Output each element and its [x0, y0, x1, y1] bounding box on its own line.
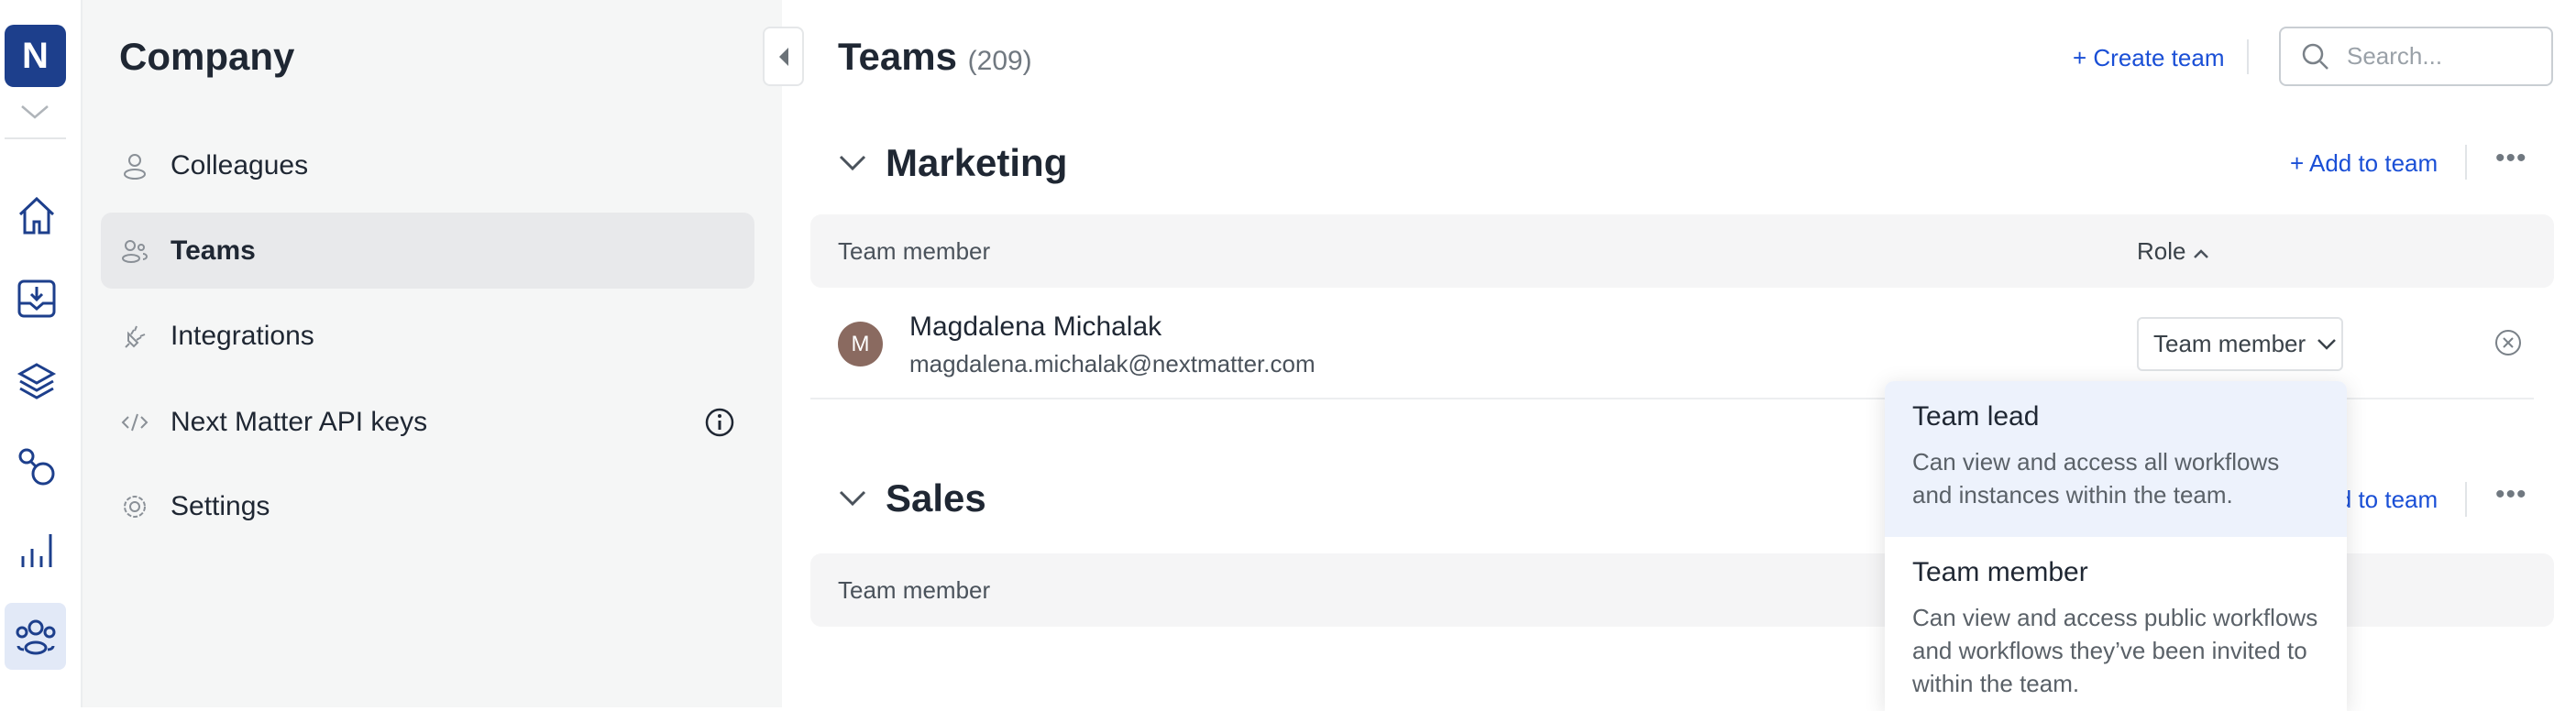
table-header: Team member Role	[810, 214, 2554, 288]
info-icon[interactable]	[704, 407, 735, 438]
member-name: Magdalena Michalak	[909, 312, 1162, 342]
sidebar-title: Company	[119, 35, 295, 78]
users-icon	[122, 239, 148, 263]
inbox-icon[interactable]	[9, 271, 64, 326]
sort-up-icon	[2193, 249, 2208, 258]
chevron-down-icon	[2317, 338, 2337, 350]
app-rail: N	[0, 0, 83, 707]
divider	[2465, 482, 2467, 517]
sidebar-item-label: Settings	[171, 490, 270, 521]
sidebar-item-label: Integrations	[171, 320, 314, 351]
teams-icon[interactable]	[5, 603, 66, 670]
sidebar-item-integrations[interactable]: Integrations	[101, 298, 754, 374]
sidebar-item-api-keys[interactable]: Next Matter API keys	[101, 384, 754, 460]
divider	[5, 137, 66, 139]
remove-member-icon[interactable]	[2493, 328, 2523, 357]
user-icon	[124, 153, 146, 180]
search-icon	[2302, 43, 2328, 70]
create-team-button[interactable]: + Create team	[2073, 44, 2224, 72]
more-options-icon[interactable]: •••	[2495, 143, 2527, 174]
sidebar-item-label: Next Matter API keys	[171, 406, 428, 437]
divider	[2465, 145, 2467, 180]
code-icon	[121, 413, 149, 431]
sidebar-item-label: Teams	[171, 235, 256, 266]
chevron-down-icon[interactable]	[838, 154, 867, 172]
sidebar-item-teams[interactable]: Teams	[101, 213, 754, 289]
more-options-icon[interactable]: •••	[2495, 479, 2527, 510]
chevron-down-icon[interactable]	[18, 101, 51, 127]
flow-icon[interactable]	[9, 440, 64, 495]
plug-icon	[125, 325, 146, 348]
sidebar-item-label: Colleagues	[171, 149, 309, 180]
team-section-header[interactable]: Sales	[838, 476, 986, 520]
team-section-header[interactable]: Marketing	[838, 141, 1067, 185]
sidebar-item-colleagues[interactable]: Colleagues	[101, 127, 754, 203]
role-dropdown-menu: Team lead Can view and access all workflo…	[1885, 381, 2347, 711]
team-count: (209)	[967, 46, 1032, 76]
add-to-team-button[interactable]: + Add to team	[2290, 149, 2438, 178]
workspace-logo[interactable]: N	[5, 25, 66, 87]
analytics-icon[interactable]	[9, 522, 64, 577]
collapse-sidebar-button[interactable]	[763, 27, 804, 86]
chevron-down-icon[interactable]	[838, 489, 867, 508]
avatar: M	[838, 322, 883, 366]
role-option-team-lead[interactable]: Team lead Can view and access all workflo…	[1885, 381, 2347, 537]
caret-left-icon	[778, 47, 788, 66]
divider	[2247, 39, 2249, 74]
layers-icon[interactable]	[9, 354, 64, 409]
gear-icon	[124, 495, 146, 518]
role-option-team-member[interactable]: Team member Can view and access public wo…	[1885, 537, 2347, 711]
role-sort-header[interactable]: Role	[2137, 237, 2209, 266]
search-input[interactable]: Search...	[2279, 27, 2553, 86]
sidebar-item-settings[interactable]: Settings	[101, 468, 754, 544]
home-icon[interactable]	[9, 188, 64, 243]
role-select[interactable]: Team member	[2137, 317, 2343, 371]
page-title: Teams (209)	[838, 35, 1032, 78]
member-email: magdalena.michalak@nextmatter.com	[909, 350, 1316, 377]
